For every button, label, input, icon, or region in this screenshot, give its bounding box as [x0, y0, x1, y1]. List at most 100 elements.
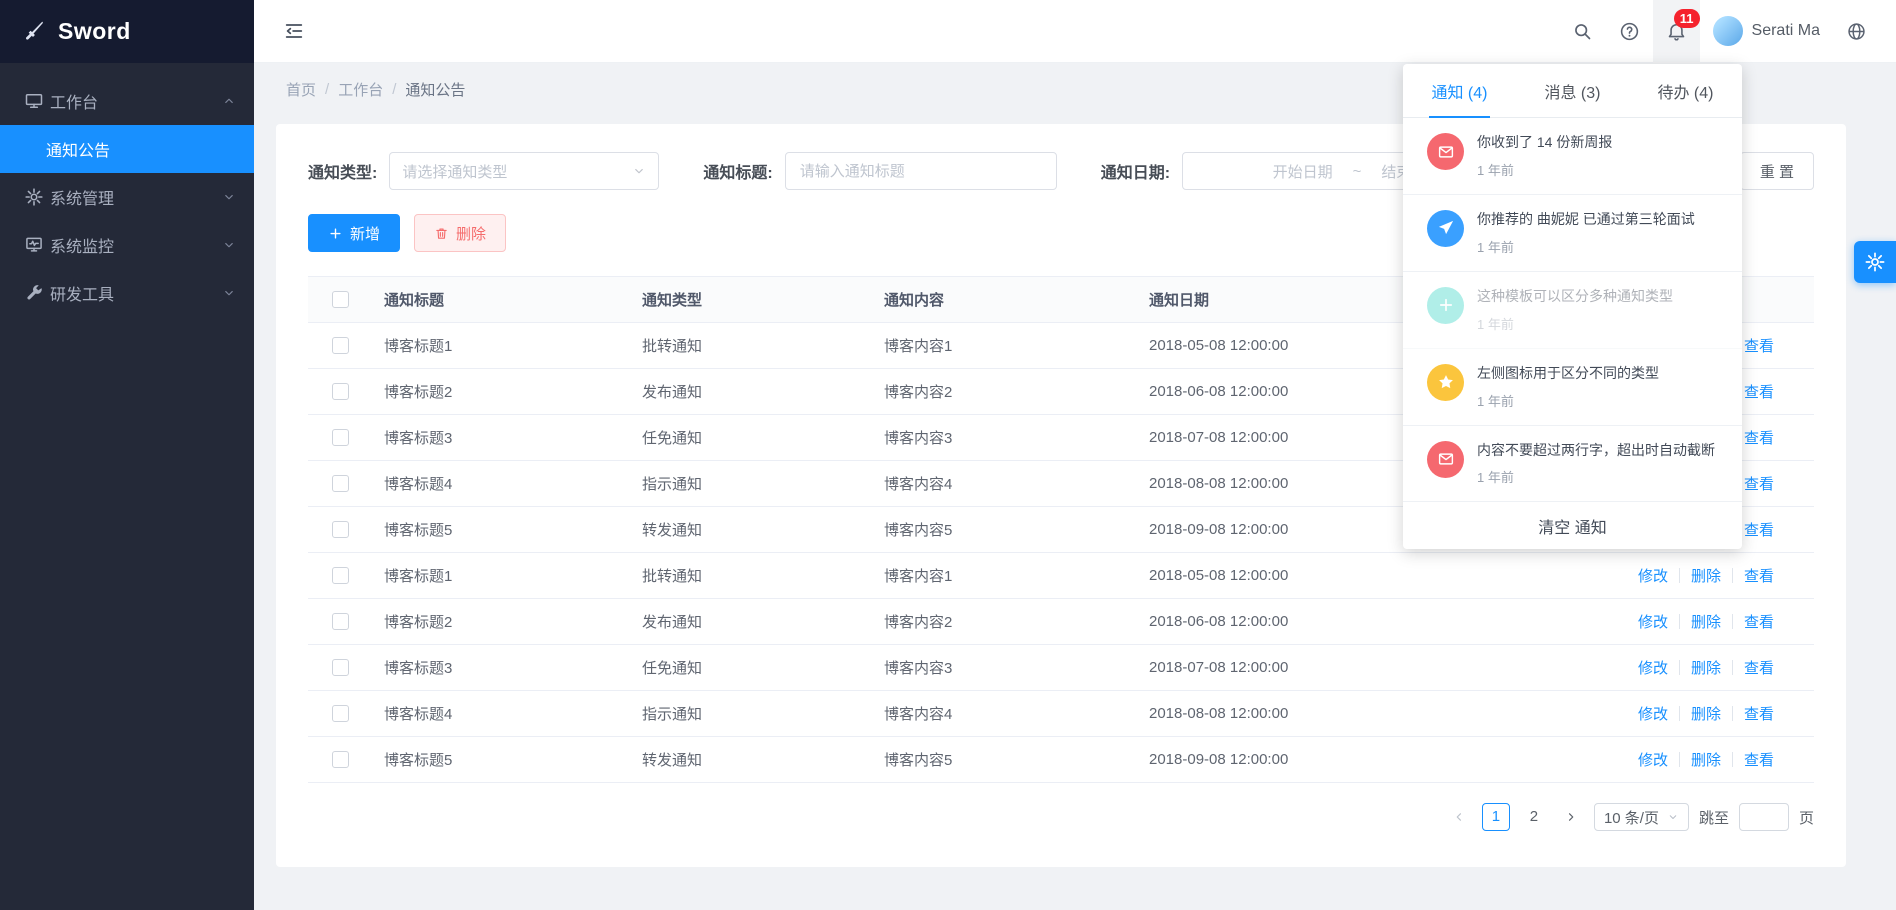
notice-title-input[interactable] [785, 152, 1057, 190]
plus-icon [328, 226, 343, 241]
page-2-button[interactable]: 2 [1520, 803, 1548, 831]
edit-link[interactable]: 修改 [1638, 703, 1668, 724]
chevron-up-icon [222, 94, 236, 108]
row-checkbox[interactable] [332, 429, 349, 446]
row-checkbox[interactable] [332, 567, 349, 584]
jump-suffix: 页 [1799, 807, 1814, 828]
action-divider [1732, 752, 1733, 767]
notification-item[interactable]: 内容不要超过两行字，超出时自动截断 1 年前 [1403, 426, 1742, 503]
breadcrumb-workbench[interactable]: 工作台 [338, 79, 383, 100]
monitor-icon [24, 235, 44, 255]
view-link[interactable]: 查看 [1744, 565, 1774, 586]
sidebar-item-workbench[interactable]: 工作台 [0, 77, 254, 125]
help-button[interactable] [1606, 0, 1653, 63]
edit-link[interactable]: 修改 [1638, 565, 1668, 586]
prev-page-button[interactable] [1446, 804, 1472, 830]
row-checkbox[interactable] [332, 383, 349, 400]
row-actions: 修改 删除 查看 [1467, 611, 1814, 632]
jump-label: 跳至 [1699, 807, 1729, 828]
action-divider [1679, 568, 1680, 583]
notice-type-cell: 批转通知 [630, 335, 872, 356]
delete-link[interactable]: 删除 [1691, 565, 1721, 586]
page-1-button[interactable]: 1 [1482, 803, 1510, 831]
row-checkbox[interactable] [332, 613, 349, 630]
row-checkbox[interactable] [332, 337, 349, 354]
view-link[interactable]: 查看 [1744, 335, 1774, 356]
view-link[interactable]: 查看 [1744, 519, 1774, 540]
tab-todos[interactable]: 待办 (4) [1629, 64, 1742, 117]
sidebar-item-dev-tools[interactable]: 研发工具 [0, 269, 254, 317]
add-button[interactable]: 新增 [308, 214, 400, 252]
settings-button[interactable] [1854, 241, 1896, 283]
row-checkbox[interactable] [332, 521, 349, 538]
action-divider [1679, 614, 1680, 629]
mail-icon [1437, 450, 1455, 468]
language-button[interactable] [1833, 0, 1880, 63]
view-link[interactable]: 查看 [1744, 611, 1774, 632]
notice-content-cell: 博客内容2 [872, 381, 1137, 402]
tab-notifications[interactable]: 通知 (4) [1403, 64, 1516, 117]
tab-messages[interactable]: 消息 (3) [1516, 64, 1629, 117]
notice-content-cell: 博客内容1 [872, 335, 1137, 356]
date-start-placeholder: 开始日期 [1273, 161, 1333, 182]
view-link[interactable]: 查看 [1744, 381, 1774, 402]
delete-button[interactable]: 删除 [414, 214, 506, 252]
notification-item[interactable]: 左侧图标用于区分不同的类型 1 年前 [1403, 349, 1742, 426]
notification-body: 左侧图标用于区分不同的类型 1 年前 [1477, 364, 1659, 410]
notice-title-cell: 博客标题1 [372, 565, 630, 586]
notification-title: 左侧图标用于区分不同的类型 [1477, 364, 1659, 383]
plus-icon [1427, 287, 1464, 324]
view-link[interactable]: 查看 [1744, 657, 1774, 678]
next-page-button[interactable] [1558, 804, 1584, 830]
page-size-select[interactable]: 10 条/页 [1594, 803, 1689, 831]
menu-label: 研发工具 [50, 281, 222, 305]
edit-link[interactable]: 修改 [1638, 657, 1668, 678]
notice-type-select[interactable]: 请选择通知类型 [389, 152, 659, 190]
view-link[interactable]: 查看 [1744, 473, 1774, 494]
row-checkbox[interactable] [332, 705, 349, 722]
row-checkbox[interactable] [332, 751, 349, 768]
notification-time: 1 年前 [1477, 237, 1695, 256]
mail-icon [1427, 441, 1464, 478]
user-name: Serati Ma [1752, 22, 1820, 40]
breadcrumb-home[interactable]: 首页 [286, 79, 316, 100]
notice-title-cell: 博客标题1 [372, 335, 630, 356]
row-checkbox[interactable] [332, 659, 349, 676]
notification-item[interactable]: 你推荐的 曲妮妮 已通过第三轮面试 1 年前 [1403, 195, 1742, 272]
delete-link[interactable]: 删除 [1691, 657, 1721, 678]
menu-label: 工作台 [50, 89, 222, 113]
view-link[interactable]: 查看 [1744, 749, 1774, 770]
notification-item[interactable]: 你收到了 14 份新周报 1 年前 [1403, 118, 1742, 195]
clear-notifications-button[interactable]: 清空 通知 [1403, 502, 1742, 549]
action-divider [1679, 706, 1680, 721]
edit-link[interactable]: 修改 [1638, 749, 1668, 770]
date-range-separator: ~ [1353, 163, 1362, 180]
notifications-button[interactable]: 11 [1653, 0, 1700, 63]
sidebar-item-system-management[interactable]: 系统管理 [0, 173, 254, 221]
user-menu[interactable]: Serati Ma [1700, 0, 1833, 63]
delete-link[interactable]: 删除 [1691, 749, 1721, 770]
search-button[interactable] [1559, 0, 1606, 63]
notice-title-cell: 博客标题3 [372, 427, 630, 448]
chevron-down-icon [222, 238, 236, 252]
delete-link[interactable]: 删除 [1691, 611, 1721, 632]
sidebar-collapse-button[interactable] [278, 15, 310, 47]
delete-button-label: 删除 [456, 223, 486, 244]
notification-item-read[interactable]: 这种模板可以区分多种通知类型 1 年前 [1403, 272, 1742, 349]
notice-type-cell: 转发通知 [630, 749, 872, 770]
row-checkbox[interactable] [332, 475, 349, 492]
sidebar-item-system-monitor[interactable]: 系统监控 [0, 221, 254, 269]
action-divider [1679, 660, 1680, 675]
reset-button[interactable]: 重 置 [1740, 152, 1814, 190]
select-all-checkbox[interactable] [332, 291, 349, 308]
row-checkbox-cell [308, 659, 372, 677]
view-link[interactable]: 查看 [1744, 703, 1774, 724]
notification-title: 这种模板可以区分多种通知类型 [1477, 287, 1673, 306]
sidebar-item-notice[interactable]: 通知公告 [0, 125, 254, 173]
select-all-cell [308, 291, 372, 309]
row-actions: 修改 删除 查看 [1467, 703, 1814, 724]
jump-page-input[interactable] [1739, 803, 1789, 831]
edit-link[interactable]: 修改 [1638, 611, 1668, 632]
delete-link[interactable]: 删除 [1691, 703, 1721, 724]
view-link[interactable]: 查看 [1744, 427, 1774, 448]
